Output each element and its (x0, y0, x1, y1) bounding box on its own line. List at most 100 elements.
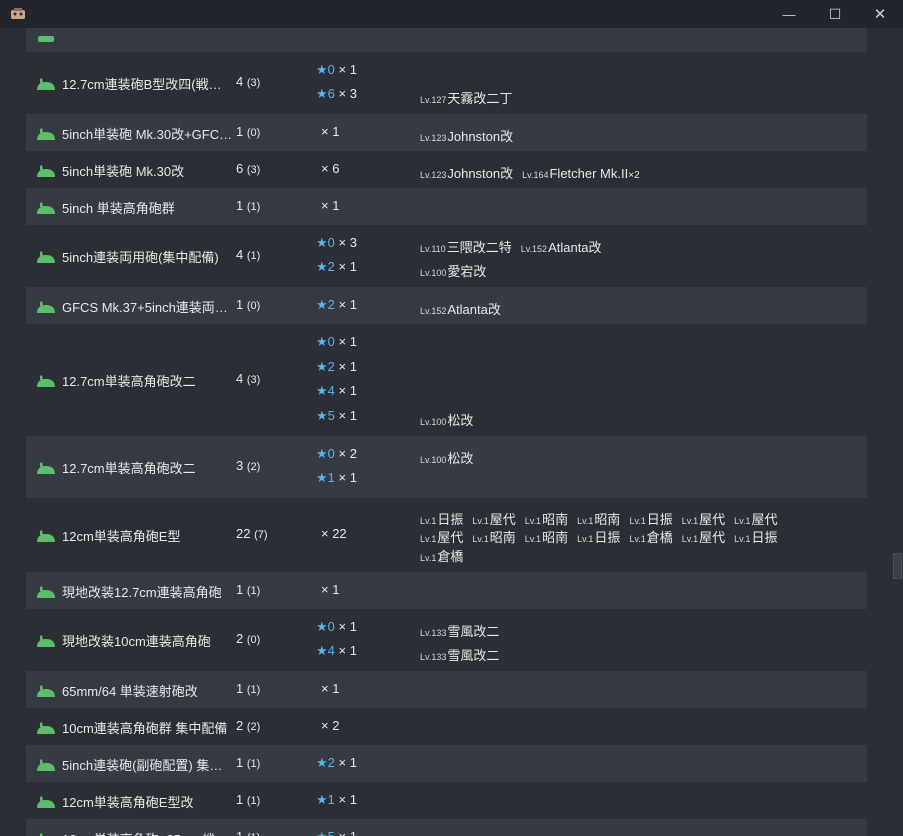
improvement-count: × 1 (321, 197, 340, 213)
total-count: 2 (236, 631, 244, 646)
minimize-button[interactable]: — (766, 0, 812, 28)
improvement-level: ★6 (316, 86, 335, 102)
spare-count: (3) (246, 163, 261, 176)
improvement-count: × 3 (338, 86, 357, 102)
ship-entry: Lv.100松改 (420, 451, 473, 466)
spare-count: (2) (246, 720, 261, 733)
equipment-name: 5inch連装両用砲(集中配備) (62, 250, 219, 265)
maximize-button[interactable]: ☐ (812, 0, 858, 28)
table-row[interactable]: 12.7cm連装砲B型改四(戦時改修)+高射装置4 (3)★0 × 1★6 × … (26, 52, 867, 114)
improvement-line: ★2 × 1 (316, 297, 357, 313)
equipment-name: 5inch単装砲 Mk.30改+GFCS Mk.37 (62, 126, 234, 142)
spare-count: (3) (246, 77, 261, 89)
table-row[interactable]: 5inch連装砲(副砲配置) 集中配備 1 (1) ★2 × 1 (26, 745, 867, 782)
equipment-name: 5inch連装砲(副砲配置) 集中配備 (62, 757, 234, 773)
ship-level: Lv.1 (577, 515, 594, 526)
table-row[interactable]: 12.7cm単装高角砲改二 4 (3) ★0 × 1 ★2 × 1 ★4 × 1 ★5 ×… (26, 324, 867, 436)
table-row[interactable]: 5inch連装両用砲(集中配備) 4 (1) ★0 × 3 Lv.110三隈改二特 Lv… (26, 225, 867, 287)
improvement-level: ★1 (316, 470, 335, 486)
minimize-icon: — (782, 6, 796, 22)
equipment-count: 4 (1) (236, 247, 296, 262)
improvement-level: ★0 (316, 618, 335, 634)
table-row[interactable]: 現地改装10cm連装高角砲 2 (0) ★0 × 1 Lv.133雪風改二 ★4 × 1… (26, 609, 867, 671)
ship-list: Lv.123Johnston改 (420, 126, 860, 145)
title-bar: — ☐ ✕ (0, 0, 903, 28)
table-row[interactable]: 12cm単装高角砲+25mm機銃増備1 (1) ★5 × 1 (26, 819, 867, 836)
improvement-line: ★0 × 2 (316, 446, 357, 462)
table-row[interactable]: 5inch 単装高角砲群 1 (1) × 1 (26, 188, 867, 225)
table-row[interactable]: 12cm単装高角砲E型 22 (7) × 22 Lv.1日振 Lv.1屋代 Lv.1昭南 L… (26, 498, 867, 572)
spare-count: (0) (246, 634, 261, 646)
total-count: 22 (236, 526, 251, 541)
improvement-count: × 2 (321, 717, 340, 733)
ship-name: 屋代 (699, 530, 726, 545)
gun-icon (37, 251, 55, 263)
improvement-count: × 1 (338, 643, 357, 659)
improvement-line: ★0 × 1 (316, 334, 357, 350)
table-row[interactable]: 5inch単装砲 Mk.30改+GFCS Mk.371 (0) × 1 Lv.123… (26, 114, 867, 151)
improvement-line: × 2 (321, 718, 339, 733)
improvement-line: ★4 × 1 (316, 383, 357, 399)
improvement-count: × 1 (338, 61, 357, 77)
table-row[interactable]: 5inch単装砲 Mk.30改 6 (3) × 6 Lv.123Johnston改 Lv… (26, 151, 867, 188)
ship-name: 昭南 (489, 530, 516, 545)
table-row[interactable]: 12.7cm単装高角砲改二 3 (2) ★0 × 2 Lv.100松改 ★1 × 1 (26, 436, 867, 498)
improvement-line: ★2 × 1 (316, 259, 357, 275)
equipment-name: 12cm単装高角砲+25mm機銃増備 (62, 829, 234, 836)
gun-icon (37, 758, 55, 771)
equipment-count: 1 (1) (236, 755, 296, 770)
ship-level: Lv.123 (420, 132, 447, 143)
ship-entry: Lv.1日振 (577, 530, 620, 545)
improvement-line: ★4 × 1 (316, 643, 357, 659)
ship-level: Lv.110 (420, 243, 446, 254)
improvement-count: × 1 (321, 581, 340, 597)
ship-entry: Lv.133雪風改二 (420, 648, 499, 663)
table-row[interactable]: 現地改装12.7cm連装高角砲 1 (1) × 1 (26, 572, 867, 609)
improvement-count: × 1 (338, 470, 357, 486)
ship-list: Lv.110三隈改二特 Lv.152Atlanta改 (420, 237, 860, 256)
total-count: 1 (236, 828, 244, 836)
improvement-level: ★4 (316, 643, 335, 659)
improvement-level: ★5 (316, 407, 335, 423)
table-row-partial[interactable] (26, 28, 867, 52)
equipment-name: 12.7cm単装高角砲改二 (62, 461, 196, 476)
equipment-list: 12.7cm連装砲B型改四(戦時改修)+高射装置4 (3)★0 × 1★6 × … (26, 28, 867, 836)
ship-entry: Lv.1倉橋 (629, 530, 672, 545)
gun-icon (37, 462, 55, 474)
ship-entry: Lv.123Johnston改 (420, 166, 513, 181)
total-count: 4 (236, 247, 244, 262)
close-button[interactable]: ✕ (857, 0, 903, 28)
ship-name: 日振 (646, 511, 673, 527)
ship-level: Lv.1 (472, 534, 489, 544)
total-count: 1 (236, 296, 244, 312)
ship-entry: Lv.1昭南 (525, 530, 568, 545)
total-count: 6 (236, 160, 244, 176)
improvement-count: × 2 (338, 445, 357, 461)
improvement-count: × 1 (338, 754, 357, 770)
gun-icon (37, 795, 55, 808)
table-row[interactable]: 10cm連装高角砲群 集中配備 2 (2) × 2 (26, 708, 867, 745)
ship-multiplier: ×2 (628, 169, 640, 181)
spare-count: (1) (246, 250, 261, 262)
equipment-name: 12.7cm単装高角砲改二 (62, 374, 196, 389)
table-row[interactable]: 12cm単装高角砲E型改 1 (1) ★1 × 1 (26, 782, 867, 819)
improvement-count: × 1 (338, 296, 357, 312)
ship-entry: Lv.1屋代 (734, 512, 777, 527)
gun-icon (37, 127, 55, 140)
ship-list: Lv.100松改 (420, 448, 860, 467)
improvement-line: × 22 (321, 526, 347, 541)
ship-entry: Lv.1昭南 (472, 530, 515, 545)
ship-list: Lv.123Johnston改 Lv.164Fletcher Mk.II×2 (420, 163, 860, 182)
equipment-list-viewport[interactable]: 12.7cm連装砲B型改四(戦時改修)+高射装置4 (3)★0 × 1★6 × … (0, 28, 903, 836)
table-row[interactable]: GFCS Mk.37+5inch連装両用砲(集中配備)1 (0) ★2 × 1 Lv… (26, 287, 867, 324)
scrollbar-thumb[interactable] (893, 553, 902, 579)
equipment-name: 現地改装12.7cm連装高角砲 (62, 584, 222, 600)
improvement-line: ★0 × 1 (316, 619, 357, 635)
ship-level: Lv.1 (629, 534, 646, 544)
ship-entry: Lv.1屋代 (682, 512, 725, 527)
improvement-line: ★0 × 1 (316, 62, 357, 78)
gun-icon (37, 201, 55, 214)
total-count: 1 (236, 754, 244, 770)
ship-level: Lv.100 (420, 454, 447, 465)
table-row[interactable]: 65mm/64 単装速射砲改 1 (1) × 1 (26, 671, 867, 708)
